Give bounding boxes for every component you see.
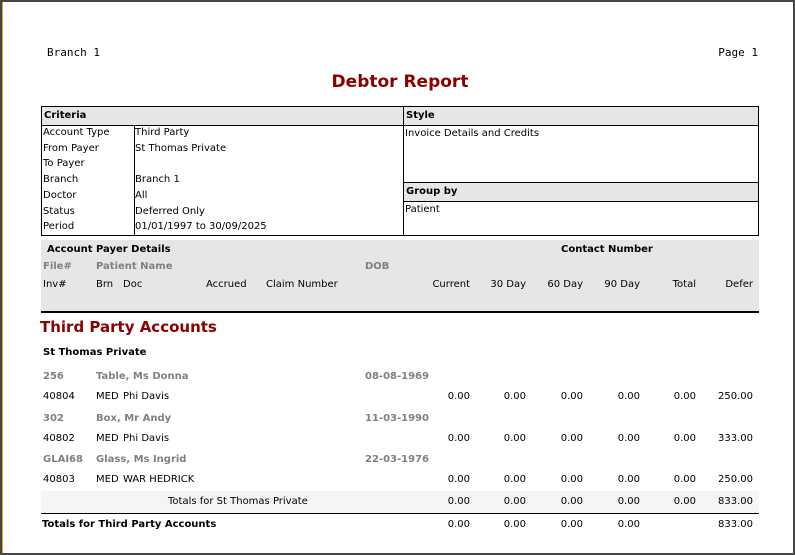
payer-total-amount: 0.00 [617, 496, 640, 507]
criteria-value: 01/01/1997 to 30/09/2025 [135, 221, 267, 233]
totals-rule [41, 513, 759, 514]
invoice-amount: 0.00 [447, 432, 470, 444]
invoice-amount: 0.00 [617, 474, 640, 485]
payer-total-amount: 0.00 [560, 496, 583, 507]
patient-dob: 22-03-1976 [365, 454, 429, 465]
payer-total-amount: 0.00 [503, 496, 526, 507]
invoice-amount: 0.00 [503, 432, 526, 444]
criteria-value: All [135, 189, 148, 201]
amount-column-header: 30 Day [490, 279, 526, 290]
invoice-amount: 0.00 [447, 391, 470, 402]
payer-total-amount: 0.00 [447, 496, 470, 507]
invoice-amount: 0.00 [447, 474, 470, 485]
criteria-label: Account Type [43, 127, 110, 138]
invoice-branch: MED [96, 432, 119, 444]
amount-column-header: Total [672, 279, 696, 290]
invoice-amount: 0.00 [673, 474, 696, 485]
invoice-amount: 0.00 [503, 474, 526, 485]
patient-name: Box, Mr Andy [96, 412, 172, 424]
section-totals-label: Totals for Third Party Accounts [42, 519, 217, 530]
criteria-heading: Criteria [42, 107, 403, 126]
section-total-amount: 0.00 [560, 519, 583, 530]
payer-totals-label: Totals for St Thomas Private [168, 496, 308, 507]
col-accrued: Accrued [206, 279, 247, 290]
amount-column-header: Defer [725, 279, 753, 290]
header-rule [41, 311, 759, 313]
criteria-value: Third Party [135, 127, 190, 138]
col-file: File# [43, 261, 72, 272]
criteria-label: Status [43, 205, 75, 217]
patient-dob: 08-08-1969 [365, 371, 429, 382]
payer-total-amount: 0.00 [673, 496, 696, 507]
style-heading: Style [404, 107, 758, 126]
invoice-doctor: Phi Davis [123, 432, 170, 444]
criteria-label: Branch [43, 174, 79, 186]
col-inv: Inv# [43, 279, 67, 290]
invoice-number: 40804 [43, 391, 75, 402]
payer-name: St Thomas Private [43, 347, 147, 358]
group-by-panel: Group by Patient [403, 182, 759, 236]
criteria-value: Deferred Only [135, 205, 205, 217]
col-contact-number: Contact Number [561, 244, 653, 255]
patient-name: Glass, Ms Ingrid [96, 454, 187, 465]
col-account-payer-details: Account Payer Details [47, 244, 171, 255]
amount-column-header: Current [432, 279, 470, 290]
invoice-amount: 0.00 [617, 391, 640, 402]
criteria-value: Branch 1 [135, 174, 180, 186]
report-title: Debtor Report [331, 72, 469, 92]
section-total-amount: 0.00 [617, 519, 640, 530]
patient-file: GLAI68 [43, 454, 83, 465]
invoice-doctor: Phi Davis [123, 391, 170, 402]
patient-dob: 11-03-1990 [365, 412, 429, 424]
invoice-amount: 250.00 [718, 391, 753, 402]
patient-file: 302 [43, 412, 64, 424]
invoice-amount: 0.00 [673, 391, 696, 402]
invoice-amount: 0.00 [560, 474, 583, 485]
invoice-number: 40802 [43, 432, 75, 444]
col-patient-name: Patient Name [96, 261, 173, 272]
branch-label: Branch 1 [47, 46, 100, 59]
amount-column-header: 90 Day [604, 279, 640, 290]
col-doc: Doc [123, 279, 143, 290]
invoice-branch: MED [96, 391, 119, 402]
amount-column-header: 60 Day [547, 279, 583, 290]
criteria-value: St Thomas Private [135, 142, 227, 154]
invoice-amount: 333.00 [718, 432, 753, 444]
col-dob: DOB [365, 261, 390, 272]
group-by-value: Patient [405, 204, 440, 215]
invoice-doctor: WAR HEDRICK [123, 474, 195, 485]
invoice-amount: 250.00 [718, 474, 753, 485]
section-total-amount: 833.00 [718, 519, 753, 530]
col-brn: Brn [96, 279, 114, 290]
criteria-panel: Criteria Account Type Third Party From Pay… [41, 106, 404, 236]
invoice-amount: 0.00 [617, 432, 640, 444]
col-claim-number: Claim Number [266, 279, 338, 290]
invoice-amount: 0.00 [673, 432, 696, 444]
invoice-amount: 0.00 [503, 391, 526, 402]
criteria-label: Period [43, 221, 75, 233]
patient-file: 256 [43, 371, 64, 382]
style-panel: Style Invoice Details and Credits [403, 106, 759, 183]
payer-totals-band [41, 491, 759, 513]
invoice-number: 40803 [43, 474, 75, 485]
section-title: Third Party Accounts [40, 318, 217, 336]
group-by-heading: Group by [404, 183, 758, 202]
patient-name: Table, Ms Donna [96, 371, 189, 382]
section-total-amount: 0.00 [503, 519, 526, 530]
section-total-amount: 0.00 [447, 519, 470, 530]
invoice-amount: 0.00 [560, 391, 583, 402]
style-value: Invoice Details and Credits [405, 128, 540, 139]
invoice-amount: 0.00 [560, 432, 583, 444]
criteria-label: From Payer [43, 142, 99, 154]
page-number: Page 1 [718, 46, 758, 59]
criteria-label: To Payer [43, 158, 85, 170]
invoice-branch: MED [96, 474, 119, 485]
criteria-label: Doctor [43, 189, 77, 201]
payer-total-amount: 833.00 [718, 496, 753, 507]
